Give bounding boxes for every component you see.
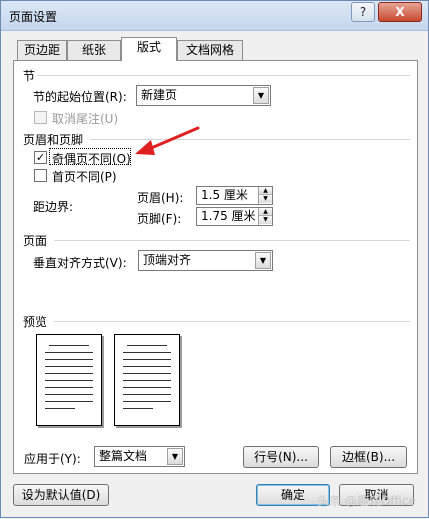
annotation-arrow-icon (135, 126, 200, 155)
tab-layout[interactable]: 版式 (121, 37, 177, 61)
page-setup-dialog: 页面设置 ? X 页边距 纸张 版式 文档网格 节 节的起始位置(R): 新建页… (0, 0, 429, 518)
